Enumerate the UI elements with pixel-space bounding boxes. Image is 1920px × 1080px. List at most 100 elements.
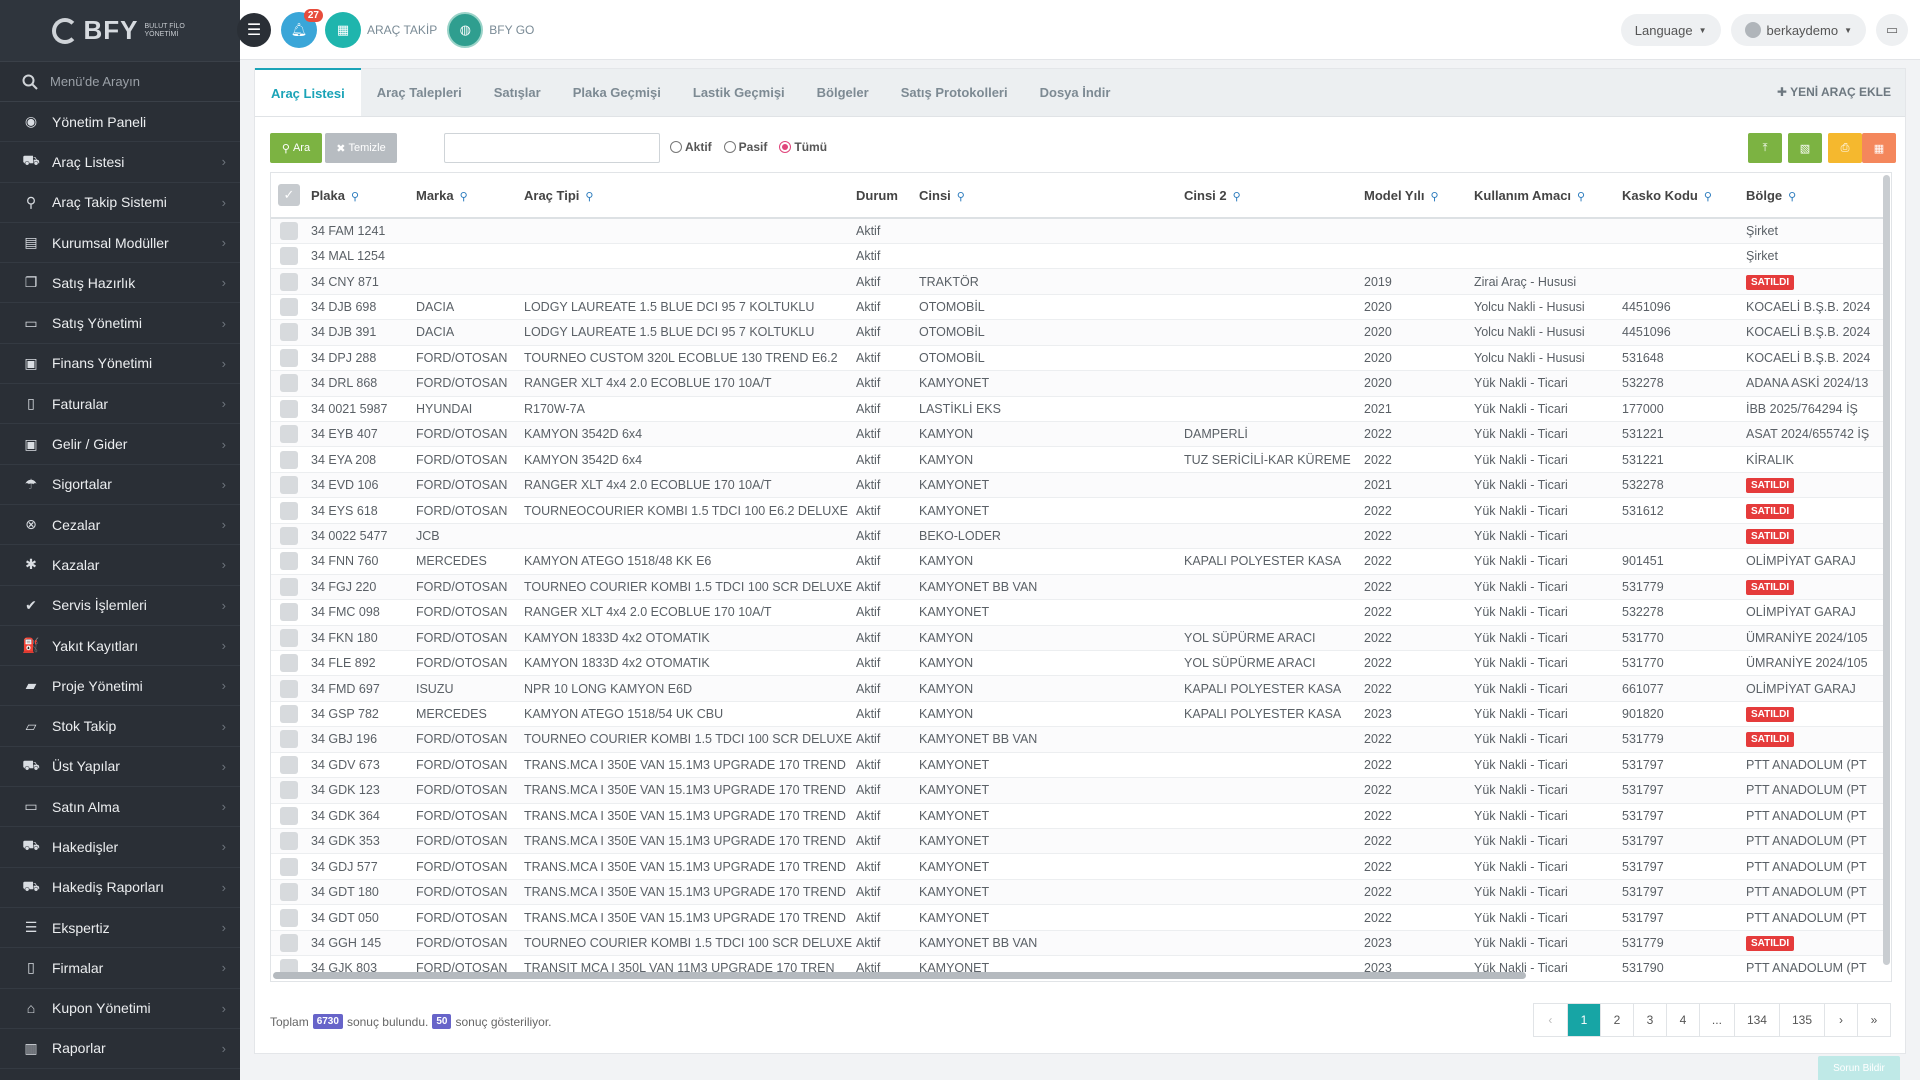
search-icon[interactable]: ⚲ [1788, 191, 1796, 203]
column-header[interactable]: Kasko Kodu ⚲ [1622, 173, 1746, 219]
select-all-checkbox[interactable]: ✓ [278, 184, 300, 206]
page-button[interactable]: 134 [1733, 1004, 1779, 1036]
row-checkbox[interactable] [280, 857, 298, 876]
horizontal-scrollbar[interactable] [273, 972, 1526, 979]
tab-4[interactable]: Lastik Geçmişi [677, 68, 801, 116]
vehicle-tracking-button[interactable]: ▦ [325, 11, 361, 48]
column-header[interactable]: Kullanım Amacı ⚲ [1474, 173, 1622, 219]
sidebar-item-11[interactable]: ✱ Kazalar › [0, 545, 240, 586]
row-checkbox[interactable] [280, 399, 298, 418]
page-button[interactable]: › [1824, 1004, 1857, 1036]
row-checkbox[interactable] [280, 628, 298, 647]
search-icon[interactable]: ⚲ [957, 191, 965, 203]
search-input[interactable] [444, 133, 660, 163]
row-checkbox[interactable] [280, 272, 298, 291]
row-checkbox[interactable] [280, 603, 298, 622]
columns-button[interactable]: ▦ [1862, 133, 1896, 163]
tab-7[interactable]: Dosya İndir [1024, 68, 1127, 116]
user-menu[interactable]: berkaydemo ▼ [1730, 14, 1866, 46]
column-header[interactable]: Cinsi ⚲ [919, 173, 1184, 219]
row-checkbox[interactable] [280, 883, 298, 902]
table-row[interactable]: 34 MAL 1254 Aktif Şirket [271, 243, 1883, 270]
page-button[interactable]: 2 [1599, 1004, 1633, 1036]
row-checkbox[interactable] [280, 476, 298, 495]
table-row[interactable]: 34 GSP 782 MERCEDES KAMYON ATEGO 1518/54 U… [271, 701, 1883, 728]
sidebar-item-13[interactable]: ⛽ Yakıt Kayıtları › [0, 626, 240, 667]
column-header[interactable]: Araç Tipi ⚲ [524, 173, 856, 219]
search-icon[interactable]: ⚲ [1233, 191, 1241, 203]
tab-6[interactable]: Satış Protokolleri [885, 68, 1024, 116]
table-row[interactable]: 34 GDT 050 FORD/OTOSAN TRANS.MCA I 350E VA… [271, 904, 1883, 931]
sidebar-item-8[interactable]: ▣ Gelir / Gider › [0, 424, 240, 465]
bfy-go-link[interactable]: BFY GO [489, 23, 534, 37]
table-row[interactable]: 34 GDK 123 FORD/OTOSAN TRANS.MCA I 350E VA… [271, 777, 1883, 804]
sidebar-item-22[interactable]: ⌂ Kupon Yönetimi › [0, 989, 240, 1029]
column-header[interactable]: Plaka ⚲ [311, 173, 416, 219]
table-row[interactable]: 34 FKN 180 FORD/OTOSAN KAMYON 1833D 4x2 OT… [271, 625, 1883, 651]
table-row[interactable]: 34 DJB 391 DACIA LODGY LAUREATE 1.5 BLUE D… [271, 319, 1883, 346]
vertical-scrollbar[interactable] [1883, 175, 1890, 965]
row-checkbox[interactable] [280, 705, 298, 724]
row-checkbox[interactable] [280, 323, 298, 342]
sidebar-item-20[interactable]: ☰ Ekspertiz › [0, 908, 240, 949]
row-checkbox[interactable] [280, 679, 298, 698]
report-issue-button[interactable]: Sorun Bildir [1818, 1056, 1900, 1080]
menu-search[interactable]: Menü'de Arayın [0, 62, 240, 102]
sidebar-item-6[interactable]: ▣ Finans Yönetimi › [0, 344, 240, 385]
table-row[interactable]: 34 EYA 208 FORD/OTOSAN KAMYON 3542D 6x4 Akt… [271, 446, 1883, 473]
row-checkbox[interactable] [280, 908, 298, 927]
column-header[interactable]: Durum [856, 173, 919, 219]
table-row[interactable]: 34 CNY 871 Aktif TRAKTÖR 2019 Zirai Araç - H… [271, 268, 1883, 295]
radio-passive[interactable]: Pasif [723, 140, 767, 154]
search-icon[interactable]: ⚲ [1704, 191, 1712, 203]
table-row[interactable]: 34 EYB 407 FORD/OTOSAN KAMYON 3542D 6x4 Akt… [271, 421, 1883, 448]
table-row[interactable]: 34 FGJ 220 FORD/OTOSAN TOURNEO COURIER KOM… [271, 574, 1883, 601]
new-vehicle-button[interactable]: ✚ YENİ ARAÇ EKLE [1777, 85, 1891, 99]
sidebar-item-10[interactable]: ⊗ Cezalar › [0, 505, 240, 546]
search-icon[interactable]: ⚲ [1430, 191, 1438, 203]
table-row[interactable]: 34 FAM 1241 Aktif Şirket [271, 218, 1883, 244]
menu-toggle-icon[interactable]: ☰ [237, 12, 271, 47]
notifications-button[interactable]: 🔔︎ 27 [281, 8, 323, 48]
tab-5[interactable]: Bölgeler [801, 68, 885, 116]
row-checkbox[interactable] [280, 577, 298, 596]
page-button[interactable]: ... [1698, 1004, 1734, 1036]
column-header[interactable]: Bölge ⚲ [1746, 173, 1883, 219]
column-header[interactable]: Model Yılı ⚲ [1364, 173, 1474, 219]
sidebar-item-14[interactable]: ▰ Proje Yönetimi › [0, 666, 240, 707]
row-checkbox[interactable] [280, 654, 298, 673]
row-checkbox[interactable] [280, 501, 298, 520]
search-button[interactable]: ⚲ Ara [270, 133, 322, 163]
table-row[interactable]: 34 DPJ 288 FORD/OTOSAN TOURNEO CUSTOM 320L… [271, 345, 1883, 372]
sidebar-item-4[interactable]: ❐ Satış Hazırlık › [0, 263, 240, 304]
sidebar-item-9[interactable]: ☂ Sigortalar › [0, 465, 240, 505]
table-row[interactable]: 34 GDK 353 FORD/OTOSAN TRANS.MCA I 350E VA… [271, 828, 1883, 855]
page-button[interactable]: » [1857, 1004, 1890, 1036]
table-row[interactable]: 34 GDV 673 FORD/OTOSAN TRANS.MCA I 350E VA… [271, 752, 1883, 779]
tab-2[interactable]: Satışlar [478, 68, 557, 116]
row-checkbox[interactable] [280, 221, 298, 240]
search-icon[interactable]: ⚲ [585, 191, 593, 203]
tab-1[interactable]: Araç Talepleri [361, 68, 478, 116]
row-checkbox[interactable] [280, 298, 298, 317]
table-row[interactable]: 34 EYS 618 FORD/OTOSAN TOURNEOCOURIER KOMB… [271, 497, 1883, 524]
table-row[interactable]: 34 GDK 364 FORD/OTOSAN TRANS.MCA I 350E VA… [271, 803, 1883, 830]
radio-all[interactable]: Tümü [779, 140, 827, 154]
page-button[interactable]: ‹ [1533, 1004, 1567, 1036]
brand-logo[interactable]: BFY BULUT FİLO YÖNETİMİ [0, 0, 240, 62]
row-checkbox[interactable] [280, 374, 298, 393]
table-row[interactable]: 34 FNN 760 MERCEDES KAMYON ATEGO 1518/48 K… [271, 548, 1883, 575]
table-row[interactable]: 34 0021 5987 HYUNDAI R170W-7A Aktif LASTİKLİ… [271, 396, 1883, 423]
column-header[interactable]: Cinsi 2 ⚲ [1184, 173, 1364, 219]
print-button[interactable]: ⎙ [1828, 133, 1862, 163]
table-row[interactable]: 34 GDJ 577 FORD/OTOSAN TRANS.MCA I 350E VA… [271, 853, 1883, 880]
sidebar-item-21[interactable]: ▯ Firmalar › [0, 948, 240, 989]
row-checkbox[interactable] [280, 781, 298, 800]
upload-button[interactable]: ⤒ [1748, 133, 1782, 163]
row-checkbox[interactable] [280, 450, 298, 469]
sidebar-item-2[interactable]: ⚲ Araç Takip Sistemi › [0, 183, 240, 223]
table-row[interactable]: 34 DJB 698 DACIA LODGY LAUREATE 1.5 BLUE D… [271, 294, 1883, 321]
table-row[interactable]: 34 FMD 697 ISUZU NPR 10 LONG KAMYON E6D Akt… [271, 675, 1883, 702]
table-row[interactable]: 34 FLE 892 FORD/OTOSAN KAMYON 1833D 4x2 OT… [271, 650, 1883, 677]
row-checkbox[interactable] [280, 730, 298, 749]
